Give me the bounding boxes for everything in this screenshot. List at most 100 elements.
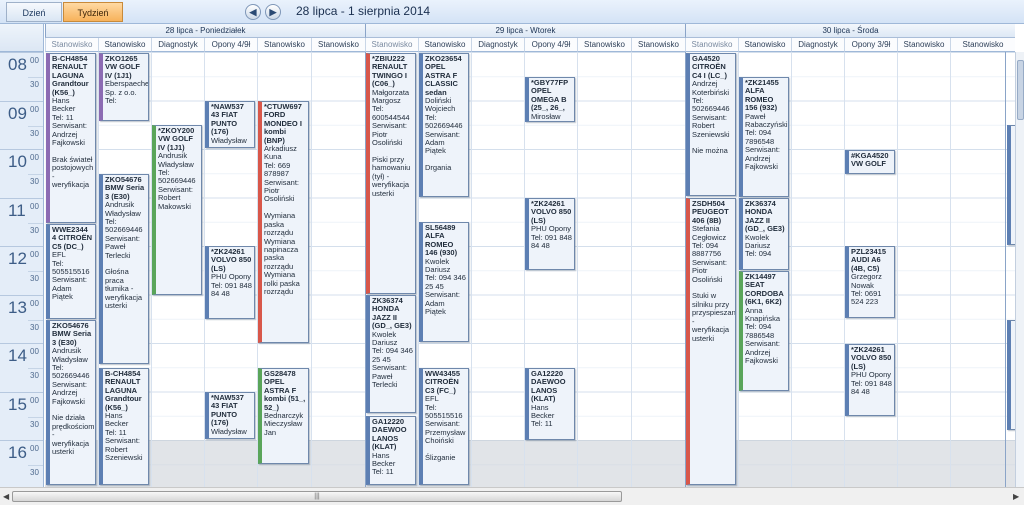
hour-slot: 10 00 30	[0, 149, 43, 198]
resource-header[interactable]: Stanowisko	[685, 38, 738, 52]
appointment-details: Kwolek Dariusz Tel: 094	[745, 232, 772, 259]
minute-label: 30	[30, 274, 39, 283]
arrow-right-icon: ▶	[269, 7, 277, 17]
resource-header[interactable]: Stanowisko	[98, 38, 151, 52]
hour-label: 12	[8, 249, 27, 268]
appointment-card[interactable]: *ZK24261 VOLVO 850 (LS) PHU Opony Tel: 09…	[525, 198, 575, 270]
hour-slot: 12 00 30	[0, 246, 43, 295]
appointment-card[interactable]: ZK36374 HONDA JAZZ II (GD_, GE3) Kwolek D…	[366, 295, 416, 413]
resource-header[interactable]: Stanowisko	[257, 38, 311, 52]
resource-header[interactable]: Opony 4/9ł	[524, 38, 577, 52]
appointment-card[interactable]: ZKO23654 OPEL ASTRA F CLASSIC sedan Doliń…	[419, 53, 469, 197]
appointment-card[interactable]: *NAW537 43 FIAT PUNTO (176) Władysław	[205, 392, 255, 439]
appointment-details: Grzegorz Nowak Tel: 0691 524 223	[851, 272, 882, 307]
resource-header[interactable]: Stanowisko	[577, 38, 631, 52]
appointment-card[interactable]: ZK14497 SEAT CORDOBA (6K1, 6K2) Anna Knap…	[739, 271, 789, 391]
resource-header[interactable]: Stanowisko	[45, 38, 98, 52]
minute-label: 30	[30, 177, 39, 186]
appointment-card[interactable]: B-CH4854 RENAULT LAGUNA Grandtour (K56_)…	[99, 368, 149, 485]
resource-header[interactable]: Opony 4/9ł	[204, 38, 257, 52]
appointment-title: WW43455 CITROËN C3 (FC_)	[425, 369, 461, 395]
appointment-card[interactable]: WW43455 CITROËN C3 (FC_) EFL Tel: 5055155…	[419, 368, 469, 485]
resource-header[interactable]: Diagnostyk	[471, 38, 524, 52]
appointment-card[interactable]: WWE2344 4 CITROËN C5 (DC_) EFL Tel: 50551…	[46, 224, 96, 319]
appointment-card[interactable]: GA12220 DAEWOO LANOS (KLAT) Hans Becker T…	[366, 416, 416, 485]
appointment-title: ZSDH504 PEUGEOT 406 (8B)	[692, 199, 729, 225]
appointment-card[interactable]: ZKO54676 BMW Seria 3 (E30) Andrusik Włady…	[99, 174, 149, 364]
appointment-title: GA12220 DAEWOO LANOS (KLAT)	[531, 369, 566, 404]
appointment-title: GS28478 OPEL ASTRA F kombi (51_, 52_)	[264, 369, 306, 412]
appointment-card[interactable]: *GBY77FP OPEL OMEGA B (25_, 26_, Mirosław	[525, 77, 575, 122]
appointment-card[interactable]: SL56489 ALFA ROMEO 146 (930) Kwolek Dariu…	[419, 222, 469, 342]
calendar-grid[interactable]: B-CH4854 RENAULT LAGUNA Grandtour (K56_)…	[45, 52, 1015, 487]
scroll-thumb[interactable]: |||	[12, 491, 622, 502]
appointment-card[interactable]: PZL23415 AUDI A6 (4B, C5) Grzegorz Nowak …	[845, 246, 895, 318]
scroll-left-icon[interactable]: ◀	[3, 492, 9, 501]
resource-header[interactable]: Stanowisko	[738, 38, 791, 52]
appointment-card[interactable]: *ZKOY200 VW GOLF IV (1J1) Andrusik Władys…	[152, 125, 202, 295]
arrow-left-icon: ◀	[249, 7, 257, 17]
resource-header[interactable]: Diagnostyk	[791, 38, 844, 52]
appointment-card[interactable]: *ZK21455 ALFA ROMEO 156 (932) Paweł Rabac…	[739, 77, 789, 197]
toolbar: Dzień Tydzień ◀ ▶ 28 lipca - 1 sierpnia …	[0, 0, 1024, 24]
appointment-card[interactable]: *ZBIU222 RENAULT TWINGO I (C06_) Małgorza…	[366, 53, 416, 294]
hour-label: 10	[8, 152, 27, 171]
appointment-details: PHU Opony Tel: 091 848 84 48	[211, 272, 252, 299]
appointment-card[interactable]: *NAW537 43 FIAT PUNTO (176) Władysław	[205, 101, 255, 148]
scroll-thumb[interactable]	[1017, 60, 1024, 120]
appointment-card[interactable]: ZSDH504 PEUGEOT 406 (8B) Stefania Cegłowi…	[686, 198, 736, 485]
appointment-details: Kwolek Dariusz Tel: 094 346 25 45 Serwis…	[425, 256, 466, 317]
hour-label: 13	[8, 297, 27, 317]
appointment-details: Eberspaecher Sp. z o.o. Tel:	[105, 79, 149, 106]
hour-label: 09	[8, 103, 27, 123]
appointment-card[interactable]: *ZK24261 VOLVO 850 (LS) PHU Opony Tel: 09…	[845, 344, 895, 416]
appointment-card[interactable]: GA12220 DAEWOO LANOS (KLAT) Hans Becker T…	[525, 368, 575, 440]
appointment-card[interactable]: ZKO1265 VW GOLF IV (1J1) Eberspaecher Sp.…	[99, 53, 149, 121]
resource-header[interactable]: Stanowisko	[897, 38, 950, 52]
minute-label: 30	[30, 419, 39, 429]
minute-label: 30	[30, 322, 39, 332]
resource-header[interactable]: Stanowisko	[365, 38, 418, 52]
appointment-card[interactable]: ZK36374 HONDA JAZZ II (GD_, GE3) Kwolek D…	[739, 198, 789, 270]
next-week-button[interactable]: ▶	[265, 4, 281, 20]
appointment-card[interactable]: GS28478 OPEL ASTRA F kombi (51_, 52_) Bed…	[258, 368, 309, 464]
after-hours-band	[45, 440, 1015, 487]
appointment-card[interactable]: B-CH4854 RENAULT LAGUNA Grandtour (K56_)…	[46, 53, 96, 223]
minute-label: 00	[30, 395, 39, 405]
tab-week[interactable]: Tydzień	[63, 2, 123, 22]
appointment-title: B-CH4854 RENAULT LAGUNA Grandtour (K56_)	[105, 369, 142, 412]
appointment-card[interactable]: #KGA4520 VW GOLF	[845, 150, 895, 174]
hour-label: 08	[8, 55, 27, 74]
resource-header[interactable]: Stanowisko	[950, 38, 1015, 52]
day-header-wednesday[interactable]: 30 lipca - Środa	[685, 24, 1015, 38]
minute-label: 30	[30, 128, 39, 138]
horizontal-scrollbar[interactable]: ◀ ||| ▶	[0, 487, 1024, 505]
appointment-title: #KGA4520 VW GOLF	[851, 151, 889, 169]
appointment-card[interactable]: *CTUW697 FORD MONDEO I kombi (BNP) Arkadi…	[258, 101, 309, 343]
appointment-card[interactable]: *ZK24261 VOLVO 850 (LS) PHU Opony Tel: 09…	[205, 246, 255, 319]
resource-header[interactable]: Opony 3/9ł	[844, 38, 897, 52]
tab-day[interactable]: Dzień	[6, 2, 62, 22]
appointment-title: ZKO1265 VW GOLF IV (1J1)	[105, 54, 140, 80]
minute-label: 30	[30, 468, 39, 477]
appointment-title: *ZK24261 VOLVO 850 (LS)	[211, 247, 252, 273]
resource-header[interactable]: Diagnostyk	[151, 38, 204, 52]
day-header-tuesday[interactable]: 29 lipca - Wtorek	[365, 24, 685, 38]
appointment-details: Władysław	[211, 426, 247, 436]
appointment-details: Hans Becker Tel: 11 Serwisant: Robert Sz…	[105, 411, 143, 463]
minute-label: 30	[30, 371, 39, 380]
resource-header[interactable]: Stanowisko	[631, 38, 685, 52]
prev-week-button[interactable]: ◀	[245, 4, 261, 20]
scroll-right-icon[interactable]: ▶	[1013, 492, 1019, 501]
minute-label: 00	[30, 250, 39, 259]
resource-header[interactable]: Stanowisko	[418, 38, 471, 52]
hour-slot: 13 00 30	[0, 294, 43, 344]
appointment-card[interactable]: ZKO54676 BMW Seria 3 (E30) Andrusik Włady…	[46, 320, 96, 485]
resource-header[interactable]: Stanowisko	[311, 38, 365, 52]
hour-slot: 14 00 30	[0, 343, 43, 392]
appointment-card[interactable]	[1007, 320, 1015, 430]
appointment-card[interactable]: GA4520 CITROËN C4 I (LC_) Andrzej Koterbi…	[686, 53, 736, 196]
day-header-monday[interactable]: 28 lipca - Poniedziałek	[45, 24, 365, 38]
vertical-scrollbar[interactable]	[1015, 52, 1024, 487]
appointment-card[interactable]	[1007, 125, 1015, 245]
